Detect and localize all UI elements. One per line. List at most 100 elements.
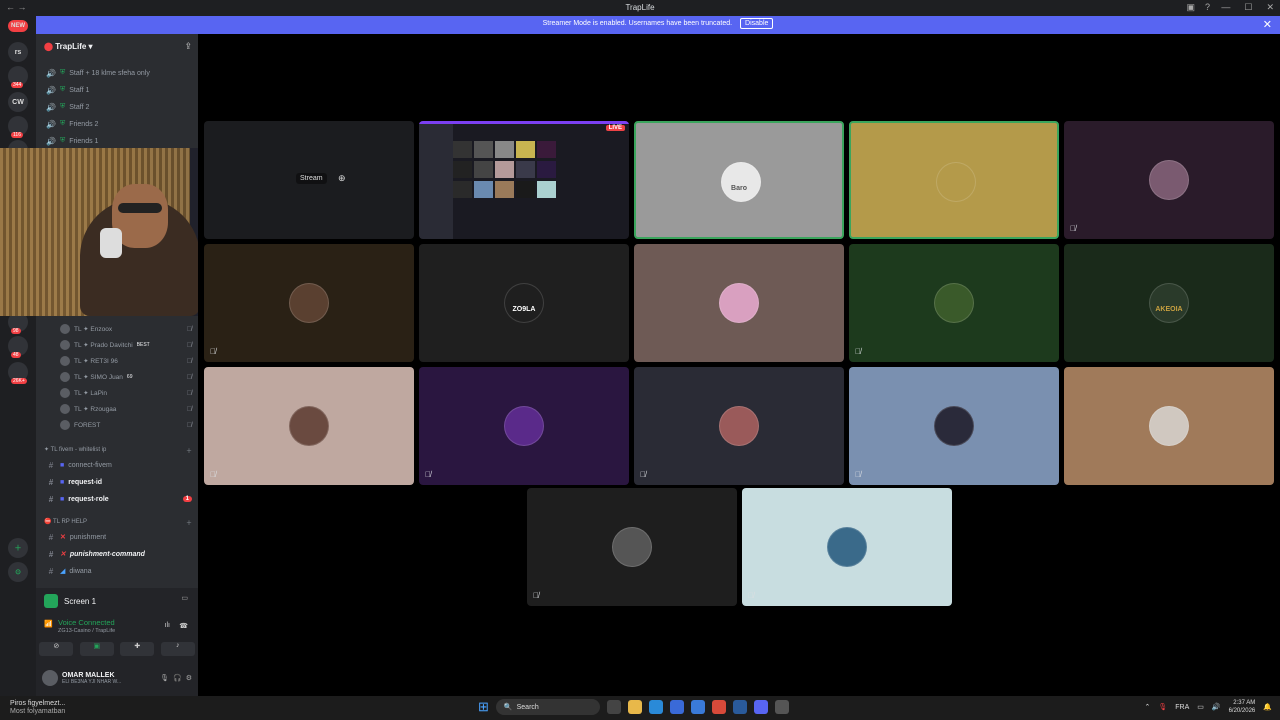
discord-icon[interactable]: [753, 700, 768, 714]
voice-user[interactable]: TL ✦ Rzougaa 🎙̸: [60, 402, 192, 416]
participant-tile[interactable]: 🎙̸: [634, 367, 844, 485]
streamer-mode-banner: Streamer Mode is enabled. Usernames have…: [36, 16, 1280, 34]
text-channel[interactable]: # ✕ punishment-command: [46, 547, 192, 561]
participant-tile[interactable]: 🎙̸: [849, 244, 1059, 362]
invite-icon[interactable]: ⇪: [184, 41, 192, 52]
text-channel[interactable]: # ◢ diwana: [46, 564, 192, 578]
app-icon-2[interactable]: [774, 700, 789, 714]
participant-tile[interactable]: 🎙̸: [419, 367, 629, 485]
participant-tile[interactable]: [1064, 367, 1274, 485]
hash-icon: #: [48, 460, 54, 470]
inbox-icon[interactable]: ▣: [1186, 2, 1195, 13]
participant-tile[interactable]: 🎙̸: [849, 367, 1059, 485]
start-icon[interactable]: ⊞: [478, 699, 489, 715]
participant-tile[interactable]: ZO9LA: [419, 244, 629, 362]
hash-icon: #: [48, 477, 54, 487]
popout-stream-icon[interactable]: ⊕: [338, 173, 346, 184]
voice-channel[interactable]: 🔊 ⛨ Friends 1: [46, 134, 192, 148]
speaker-icon: 🔊: [46, 119, 56, 129]
noise-suppression-icon[interactable]: ılı: [165, 622, 170, 629]
voice-location[interactable]: ZG13-Casino / TrapLife: [58, 628, 115, 634]
close-banner-icon[interactable]: ✕: [1263, 18, 1272, 31]
voice-user[interactable]: TL ✦ Prado Davitchi BEST 🎙̸: [60, 338, 192, 352]
screen-share-button[interactable]: ▣: [79, 642, 114, 656]
participant-tile[interactable]: [849, 121, 1059, 239]
app-icon-1[interactable]: [690, 700, 705, 714]
chrome-icon[interactable]: [711, 700, 726, 714]
voice-user[interactable]: TL ✦ LaPin 🎙̸: [60, 386, 192, 400]
volume-icon[interactable]: 🔊: [1212, 703, 1221, 711]
voice-channel[interactable]: 🔊 ⛨ Friends 2: [46, 117, 192, 131]
category-help[interactable]: ⛔ TL RP HELP ＋: [44, 518, 192, 527]
steam-icon[interactable]: [732, 700, 747, 714]
help-icon[interactable]: ?: [1205, 2, 1210, 13]
stream-tile[interactable]: Stream ⊕: [204, 121, 414, 239]
disable-streamer-mode-button[interactable]: Disable: [740, 18, 774, 29]
participant-tile[interactable]: 🎙̸: [1064, 121, 1274, 239]
discover-icon[interactable]: ⊙: [8, 562, 28, 582]
voice-channel[interactable]: 🔊 ⛨ Staff 2: [46, 100, 192, 114]
participant-tile[interactable]: [634, 244, 844, 362]
server-icon[interactable]: CW: [8, 92, 28, 112]
voice-user[interactable]: TL ✦ RET3I 96 🎙̸: [60, 354, 192, 368]
weather-widget[interactable]: Piros figyelmezt... Most folyamatban: [10, 700, 65, 716]
watch-stream-button[interactable]: Stream: [296, 173, 327, 184]
close-window-button[interactable]: ✕: [1266, 2, 1274, 13]
edge-icon[interactable]: [648, 700, 663, 714]
voice-user[interactable]: FOREST 🎙̸: [60, 418, 192, 432]
server-icon[interactable]: NEW: [8, 20, 28, 32]
voice-channel[interactable]: 🔊 ⛨ Staff + 18 klme sfeha only: [46, 66, 192, 80]
participant-tile[interactable]: 🎙̸: [204, 244, 414, 362]
mic-icon[interactable]: 🎙: [160, 674, 169, 682]
text-channel[interactable]: # ■ request-role 1: [46, 492, 192, 506]
voice-user[interactable]: TL ✦ Enzoox 🎙̸: [60, 322, 192, 336]
clock[interactable]: 2:37 AM 6/20/2026: [1229, 699, 1256, 715]
user-avatar[interactable]: [42, 670, 58, 686]
muted-mic-icon: 🎙̸: [855, 347, 861, 356]
language-indicator[interactable]: FRA: [1175, 704, 1189, 711]
participant-tile[interactable]: 🎙̸: [204, 367, 414, 485]
disconnect-icon[interactable]: ☎: [179, 622, 188, 630]
maximize-button[interactable]: ☐: [1244, 2, 1252, 13]
voice-channel[interactable]: 🔊 ⛨ Staff 1: [46, 83, 192, 97]
minimize-button[interactable]: —: [1221, 2, 1230, 13]
participant-avatar: [934, 283, 974, 323]
tray-chevron-icon[interactable]: ⌃: [1144, 703, 1150, 711]
taskbar-search[interactable]: 🔍 Search: [495, 699, 600, 715]
voice-user[interactable]: TL ✦ SIMO Juan 69 🎙̸: [60, 370, 192, 384]
camera-off-button[interactable]: ⊘: [39, 642, 74, 656]
category-fivem[interactable]: ✦ TL fivem - whitelist ip ＋: [44, 446, 192, 455]
server-icon[interactable]: rs: [8, 42, 28, 62]
store-icon[interactable]: [669, 700, 684, 714]
tray-mic-icon[interactable]: 🎙: [1158, 703, 1167, 711]
participant-tile[interactable]: 🎙̸: [527, 488, 737, 606]
activities-button[interactable]: ✚: [120, 642, 155, 656]
speaker-icon: 🔊: [46, 102, 56, 112]
screen-share-tile[interactable]: LIVE: [419, 121, 629, 239]
network-icon[interactable]: ▭: [1197, 703, 1204, 711]
text-channel[interactable]: # ■ connect-fivem: [46, 458, 192, 472]
participant-tile[interactable]: Baro: [634, 121, 844, 239]
popout-icon[interactable]: ▭: [181, 594, 188, 602]
participant-avatar: [719, 283, 759, 323]
notifications-icon[interactable]: 🔔: [1263, 703, 1272, 711]
participant-tile[interactable]: 🎙̸: [742, 488, 952, 606]
x-icon: ✕: [60, 534, 66, 541]
participant-tile[interactable]: AKEOIA: [1064, 244, 1274, 362]
settings-gear-icon[interactable]: ⚙: [186, 674, 192, 682]
taskview-icon[interactable]: [606, 700, 621, 714]
headphones-icon[interactable]: 🎧: [173, 674, 182, 682]
muted-mic-icon: 🎙̸: [855, 470, 861, 479]
username[interactable]: OMAR MALLEK: [62, 672, 156, 679]
file-explorer-icon[interactable]: [627, 700, 642, 714]
text-channel[interactable]: # ✕ punishment: [46, 530, 192, 544]
add-server-icon[interactable]: ＋: [8, 538, 28, 558]
text-channel[interactable]: # ■ request-id: [46, 475, 192, 489]
voice-status[interactable]: Voice Connected: [58, 618, 115, 627]
soundboard-button[interactable]: ♪: [160, 642, 195, 656]
avatar: [60, 324, 70, 334]
shield-icon: ⛨: [60, 86, 66, 93]
server-name[interactable]: ⬤ TrapLife ▾: [44, 42, 93, 51]
muted-mic-icon: 🎙̸: [533, 591, 539, 600]
thumbnail-tile: [516, 141, 535, 158]
